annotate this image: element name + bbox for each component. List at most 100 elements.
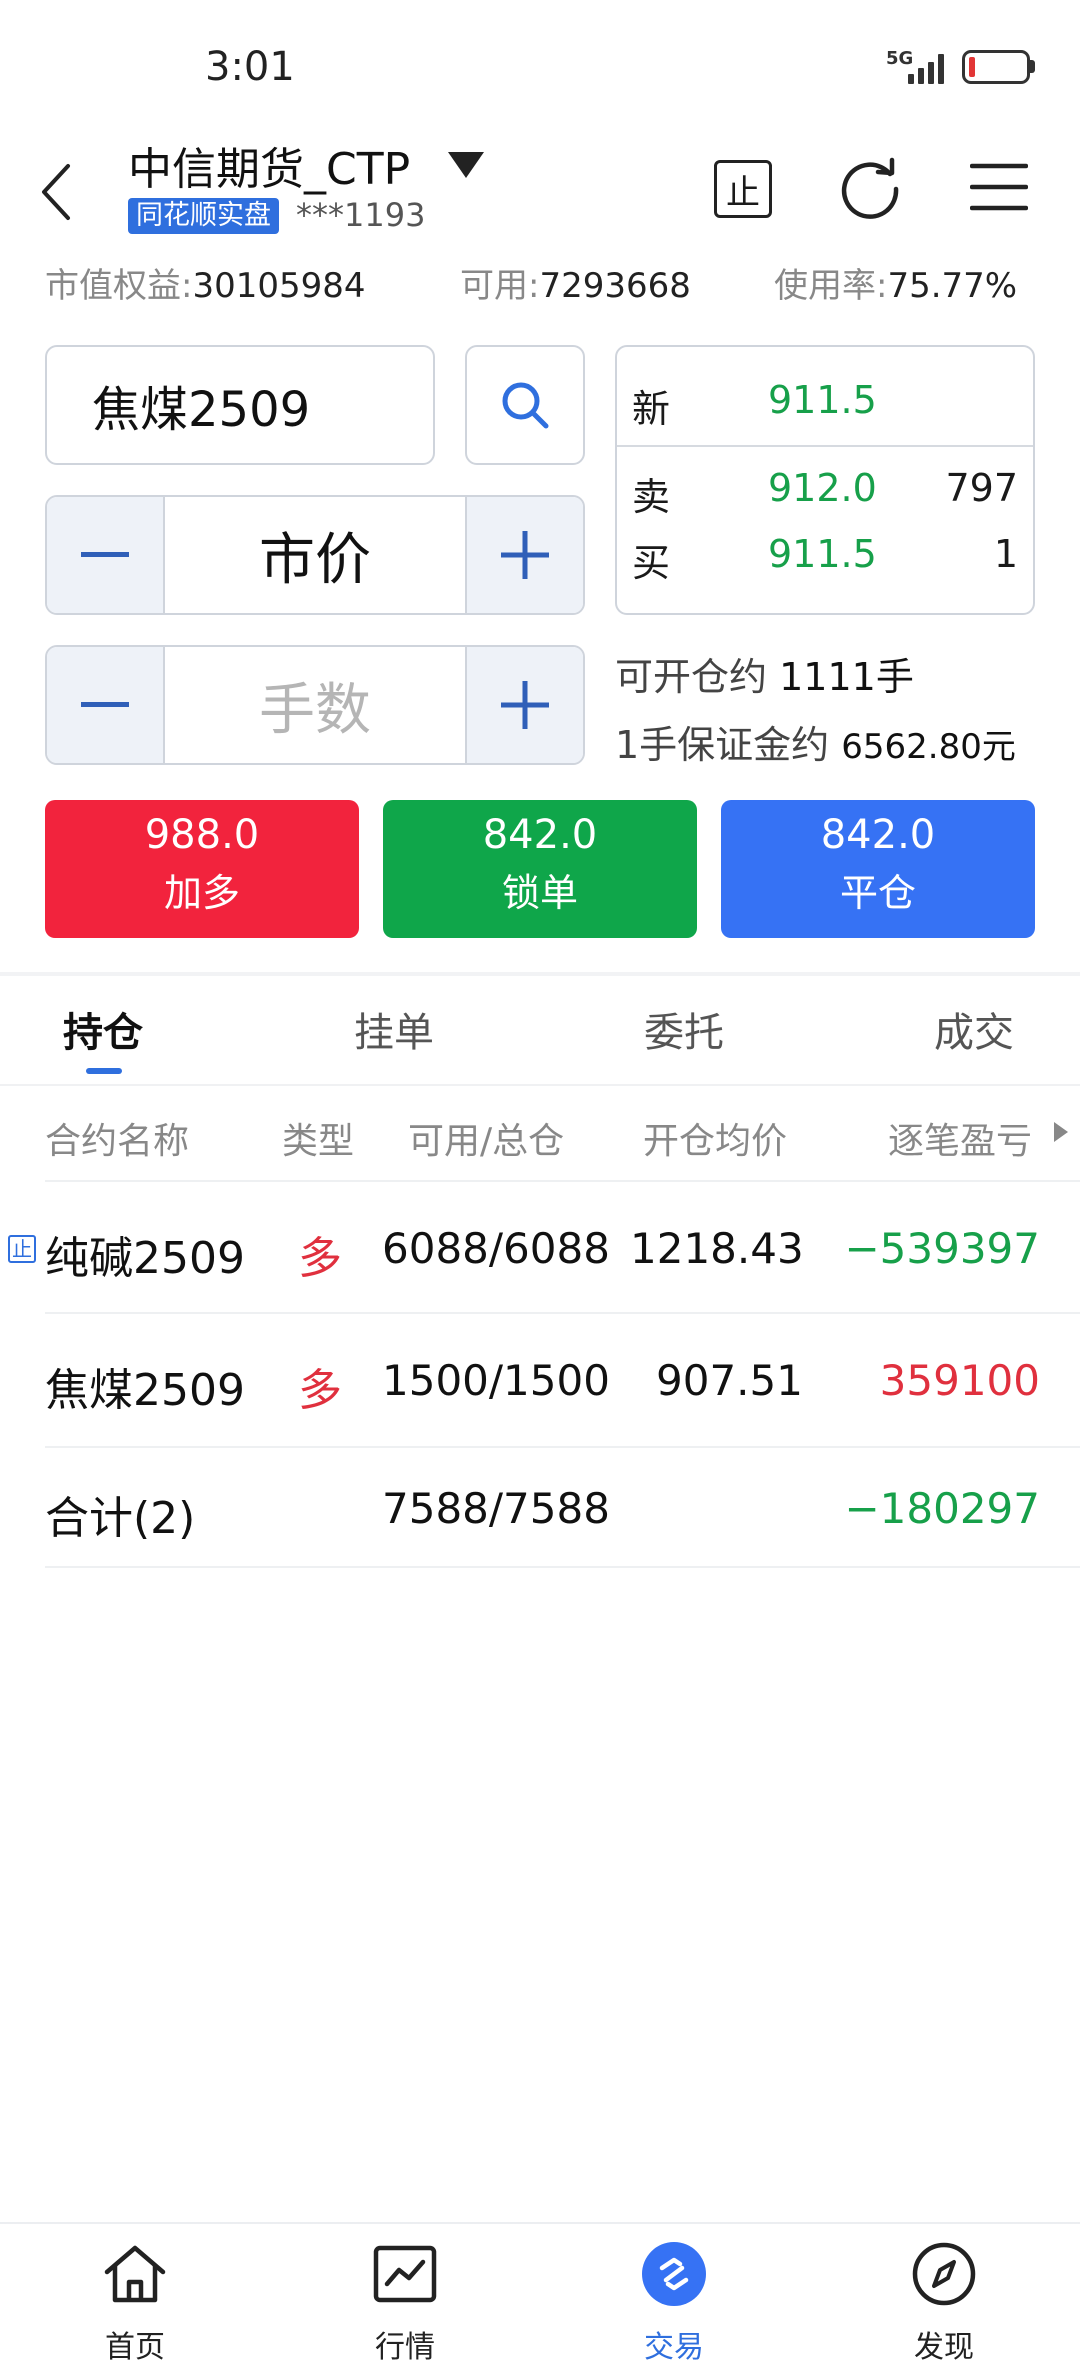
- col-type: 类型: [282, 1121, 355, 1162]
- lock-order-button[interactable]: 842.0 锁单: [383, 800, 697, 938]
- plus-icon: [501, 531, 549, 579]
- nav-trade-label: 交易: [644, 2330, 704, 2365]
- quantity-input[interactable]: 手数: [165, 647, 465, 763]
- col-qty: 可用/总仓: [408, 1121, 565, 1162]
- add-long-price: 988.0: [144, 812, 260, 858]
- usage-label: 使用率:: [774, 266, 888, 306]
- last-price-value: 911.5: [768, 378, 877, 422]
- menu-icon[interactable]: [970, 162, 1028, 212]
- add-long-label: 加多: [163, 871, 240, 915]
- available-stat: 可用:7293668: [460, 258, 691, 307]
- account-number: ***1193: [296, 196, 426, 234]
- minus-icon: [81, 702, 129, 707]
- compass-icon: [912, 2242, 976, 2306]
- col-avg-price: 开仓均价: [643, 1121, 788, 1162]
- signal-icon: [908, 50, 950, 84]
- available-value: 7293668: [539, 266, 691, 306]
- total-qty: 7588/7588: [382, 1484, 610, 1533]
- nav-trade[interactable]: 交易: [574, 2240, 774, 2365]
- usage-value: 75.77%: [887, 266, 1018, 306]
- stop-order-icon-char: 止: [726, 172, 760, 213]
- stop-order-icon[interactable]: 止: [714, 160, 772, 218]
- tabs-divider: [0, 1084, 1080, 1086]
- equity-label: 市值权益:: [45, 266, 193, 306]
- row-avg-price: 1218.43: [630, 1224, 804, 1273]
- ask-price[interactable]: 912.0: [768, 466, 877, 510]
- quantity-increase-button[interactable]: [465, 647, 583, 763]
- price-increase-button[interactable]: [465, 497, 583, 613]
- tab-positions[interactable]: 持仓: [63, 1000, 143, 1058]
- tab-orders[interactable]: 委托: [644, 1000, 724, 1058]
- contract-input-value: 焦煤2509: [92, 382, 311, 438]
- equity-value: 30105984: [192, 266, 366, 306]
- quantity-stepper: 手数: [45, 645, 585, 765]
- total-pnl: −180297: [844, 1484, 1040, 1533]
- plus-icon: [501, 681, 549, 729]
- row-qty: 1500/1500: [382, 1356, 610, 1405]
- open-capacity: 可开仓约 1111手: [615, 646, 914, 701]
- tab-trades[interactable]: 成交: [934, 1000, 1014, 1058]
- bid-volume: 1: [993, 532, 1018, 576]
- nav-home-label: 首页: [105, 2330, 165, 2365]
- col-pnl[interactable]: 逐笔盈亏: [888, 1112, 1032, 1164]
- row-pnl: −539397: [844, 1224, 1040, 1273]
- add-long-button[interactable]: 988.0 加多: [45, 800, 359, 938]
- battery-tip: [1030, 60, 1035, 73]
- nav-discover[interactable]: 发现: [844, 2240, 1044, 2365]
- margin-info: 1手保证金约 6562.80元: [615, 714, 1016, 769]
- lock-order-label: 锁单: [501, 871, 578, 915]
- usage-stat: 使用率:75.77%: [774, 258, 1017, 307]
- active-tab-indicator: [86, 1068, 122, 1074]
- account-type-badge: 同花顺实盘: [128, 198, 279, 234]
- caret-down-icon[interactable]: [448, 150, 484, 180]
- last-price-label: 新: [632, 387, 671, 431]
- nav-home[interactable]: 首页: [35, 2240, 235, 2365]
- account-name[interactable]: 中信期货_CTP: [128, 133, 410, 197]
- stop-order-tag: 止: [8, 1235, 36, 1263]
- ask-volume: 797: [945, 466, 1018, 510]
- available-label: 可用:: [460, 266, 540, 306]
- total-label: 合计(2): [45, 1493, 196, 1544]
- row-type: 多: [298, 1233, 342, 1284]
- nav-market-label: 行情: [375, 2330, 435, 2365]
- open-capacity-label: 可开仓约: [615, 655, 768, 699]
- price-decrease-button[interactable]: [47, 497, 165, 613]
- row-contract-name: 纯碱2509: [45, 1233, 245, 1284]
- bid-price[interactable]: 911.5: [768, 532, 877, 576]
- close-position-price: 842.0: [820, 812, 936, 858]
- margin-value: 6562.80元: [841, 727, 1016, 767]
- quantity-decrease-button[interactable]: [47, 647, 165, 763]
- section-divider: [0, 972, 1080, 976]
- battery-level: [969, 57, 975, 77]
- margin-label: 1手保证金约: [615, 723, 830, 767]
- search-button[interactable]: [465, 345, 585, 465]
- lock-order-price: 842.0: [482, 812, 598, 858]
- search-icon: [502, 382, 549, 429]
- price-stepper: 市价: [45, 495, 585, 615]
- refresh-icon[interactable]: [838, 156, 904, 222]
- bottom-nav-divider: [0, 2222, 1080, 2224]
- row-type: 多: [298, 1365, 342, 1416]
- open-capacity-value: 1111手: [779, 655, 914, 699]
- close-position-button[interactable]: 842.0 平仓: [721, 800, 1035, 938]
- row-divider: [45, 1446, 1080, 1448]
- row-pnl: 359100: [879, 1356, 1040, 1405]
- row-qty: 6088/6088: [382, 1224, 610, 1273]
- scroll-right-icon[interactable]: [1054, 1122, 1068, 1142]
- quote-divider: [617, 445, 1033, 447]
- bid-label: 买: [632, 541, 671, 585]
- nav-discover-label: 发现: [914, 2330, 974, 2365]
- home-icon: [104, 2245, 166, 2303]
- col-contract-name: 合约名称: [45, 1121, 190, 1162]
- close-position-label: 平仓: [839, 871, 916, 915]
- minus-icon: [81, 552, 129, 557]
- status-time: 3:01: [205, 44, 295, 90]
- nav-market[interactable]: 行情: [305, 2240, 505, 2365]
- equity-stat: 市值权益:30105984: [45, 258, 366, 307]
- chart-icon: [373, 2245, 437, 2303]
- back-icon[interactable]: [36, 160, 80, 224]
- ask-label: 卖: [632, 475, 671, 519]
- tab-pending[interactable]: 挂单: [354, 1000, 434, 1058]
- price-type-field[interactable]: 市价: [165, 497, 465, 613]
- trade-icon: [642, 2242, 706, 2306]
